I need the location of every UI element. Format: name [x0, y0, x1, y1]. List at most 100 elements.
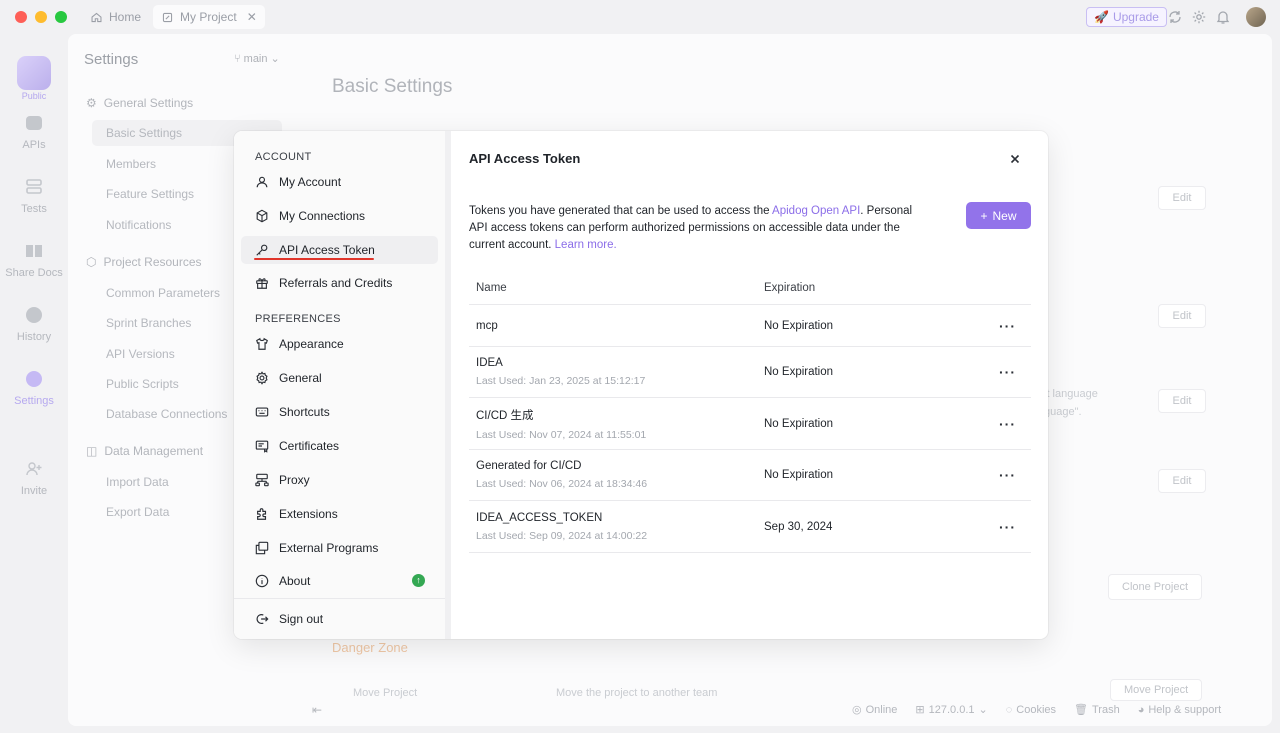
rail-item-apis[interactable]: APIs: [0, 114, 68, 151]
menu-item-proxy[interactable]: Proxy: [241, 466, 438, 494]
account-section-heading: ACCOUNT: [255, 151, 312, 163]
clock-icon: [26, 307, 42, 323]
table-row[interactable]: IDEA Last Used: Jan 23, 2025 at 15:12:17…: [469, 347, 1031, 398]
gift-icon: [256, 278, 268, 289]
project-logo[interactable]: [17, 56, 51, 90]
table-row[interactable]: mcp No Expiration ···: [469, 305, 1031, 347]
title-bar: Home My Project ✕ 🚀 Upgrade: [0, 0, 1280, 34]
nav-item-import-data[interactable]: Import Data: [106, 475, 169, 489]
menu-item-my-connections[interactable]: My Connections: [241, 202, 438, 230]
minimize-window-button[interactable]: [35, 11, 47, 23]
active-underline: [254, 258, 374, 260]
maximize-window-button[interactable]: [55, 11, 67, 23]
info-icon: [255, 574, 269, 588]
edit-button[interactable]: Edit: [1158, 389, 1206, 413]
sign-out-button[interactable]: Sign out: [241, 605, 438, 633]
sign-out-icon: [256, 614, 269, 624]
menu-item-general[interactable]: General: [241, 364, 438, 392]
user-icon: [256, 176, 268, 188]
menu-item-referrals-and-credits[interactable]: Referrals and Credits: [241, 269, 438, 297]
column-header-name: Name: [476, 281, 507, 294]
modal-sidebar: ACCOUNT My Account My Connections API Ac…: [234, 131, 445, 639]
token-expiration: No Expiration: [764, 469, 834, 481]
bell-icon[interactable]: [1215, 9, 1231, 25]
host-selector[interactable]: ⊞ 127.0.0.1 ⌄: [915, 703, 987, 717]
more-icon[interactable]: ···: [984, 364, 1031, 380]
check-circle-icon: ◎: [852, 704, 862, 716]
edit-button[interactable]: Edit: [1158, 304, 1206, 328]
close-icon[interactable]: [1008, 152, 1022, 166]
token-name: mcp: [476, 319, 498, 332]
online-status[interactable]: ◎ Online: [852, 703, 897, 717]
menu-item-my-account[interactable]: My Account: [241, 168, 438, 196]
close-window-button[interactable]: [15, 11, 27, 23]
token-name: CI/CD 生成: [476, 409, 534, 422]
edit-button[interactable]: Edit: [1158, 186, 1206, 210]
table-row[interactable]: CI/CD 生成 Last Used: Nov 07, 2024 at 11:5…: [469, 398, 1031, 450]
cube-icon: ⬡: [86, 255, 97, 269]
rail-item-tests[interactable]: Tests: [0, 178, 68, 215]
nav-item-sprint-branches[interactable]: Sprint Branches: [106, 316, 191, 330]
clone-project-button[interactable]: Clone Project: [1108, 574, 1203, 600]
menu-item-certificates[interactable]: Certificates: [241, 432, 438, 460]
network-icon: [255, 473, 269, 487]
upgrade-button[interactable]: 🚀 Upgrade: [1086, 7, 1167, 27]
divider: [234, 598, 445, 599]
rail-item-history[interactable]: History: [0, 306, 68, 343]
table-row[interactable]: Generated for CI/CD Last Used: Nov 06, 2…: [469, 450, 1031, 501]
column-header-expiration: Expiration: [764, 281, 816, 294]
menu-item-appearance[interactable]: Appearance: [241, 330, 438, 358]
more-icon[interactable]: ···: [984, 467, 1031, 483]
rail-item-share-docs[interactable]: Share Docs: [0, 242, 68, 279]
nav-item-common-parameters[interactable]: Common Parameters: [106, 286, 220, 300]
sync-icon[interactable]: [1167, 9, 1183, 25]
nav-group-project-resources[interactable]: ⬡ Project Resources: [86, 255, 202, 269]
cookies-button[interactable]: ◌ Cookies: [1006, 703, 1056, 716]
nav-item-members[interactable]: Members: [106, 157, 156, 171]
nav-item-public-scripts[interactable]: Public Scripts: [106, 377, 179, 391]
settings-title: Settings: [84, 51, 139, 68]
token-last-used: Last Used: Nov 07, 2024 at 11:55:01: [476, 428, 647, 441]
api-token-panel: API Access Token Tokens you have generat…: [451, 131, 1048, 639]
danger-zone-heading: Danger Zone: [332, 640, 408, 655]
trash-button[interactable]: 🗑 Trash: [1074, 703, 1120, 717]
table-row[interactable]: IDEA_ACCESS_TOKEN Last Used: Sep 09, 202…: [469, 501, 1031, 553]
branch-selector[interactable]: ⑂ main ⌄: [234, 52, 280, 65]
settings-icon: [26, 371, 42, 387]
edit-button[interactable]: Edit: [1158, 469, 1206, 493]
rail-item-invite[interactable]: Invite: [0, 460, 68, 497]
chevron-down-icon: ⌄: [267, 53, 280, 65]
menu-item-about[interactable]: About: [241, 567, 438, 595]
menu-item-shortcuts[interactable]: Shortcuts: [241, 398, 438, 426]
more-icon[interactable]: ···: [984, 519, 1031, 535]
more-icon[interactable]: ···: [984, 416, 1031, 432]
tab-home[interactable]: Home: [82, 5, 149, 29]
nav-group-general[interactable]: ⚙ General Settings: [86, 96, 193, 110]
plus-icon: +: [980, 208, 988, 223]
apis-icon: [26, 116, 42, 130]
puzzle-icon: [257, 508, 267, 520]
nav-item-api-versions[interactable]: API Versions: [106, 347, 175, 361]
key-icon: [256, 244, 268, 256]
collapse-sidebar-icon[interactable]: ⇤: [312, 703, 322, 717]
cube-icon: [256, 209, 268, 223]
more-icon[interactable]: ···: [984, 318, 1031, 334]
avatar[interactable]: [1246, 7, 1266, 27]
nav-item-notifications[interactable]: Notifications: [106, 218, 171, 232]
open-api-link[interactable]: Apidog Open API: [772, 205, 860, 217]
nav-item-feature-settings[interactable]: Feature Settings: [106, 187, 194, 201]
nav-group-data-management[interactable]: ◫ Data Management: [86, 444, 203, 458]
menu-item-external-programs[interactable]: External Programs: [241, 534, 438, 562]
tab-my-project[interactable]: My Project ✕: [153, 5, 265, 29]
tab-close-icon[interactable]: ✕: [247, 10, 257, 24]
move-project-button[interactable]: Move Project: [1110, 679, 1203, 701]
gear-icon[interactable]: [1191, 9, 1207, 25]
menu-item-extensions[interactable]: Extensions: [241, 500, 438, 528]
rail-item-settings[interactable]: Settings: [0, 370, 68, 407]
nav-item-database-connections[interactable]: Database Connections: [106, 407, 227, 421]
learn-more-link[interactable]: Learn more.: [555, 239, 617, 251]
nav-item-export-data[interactable]: Export Data: [106, 505, 169, 519]
new-token-button[interactable]: + New: [966, 202, 1031, 229]
help-support-button[interactable]: ◕ Help & support: [1138, 703, 1221, 716]
language-text-fragment: guage".: [1044, 406, 1082, 418]
